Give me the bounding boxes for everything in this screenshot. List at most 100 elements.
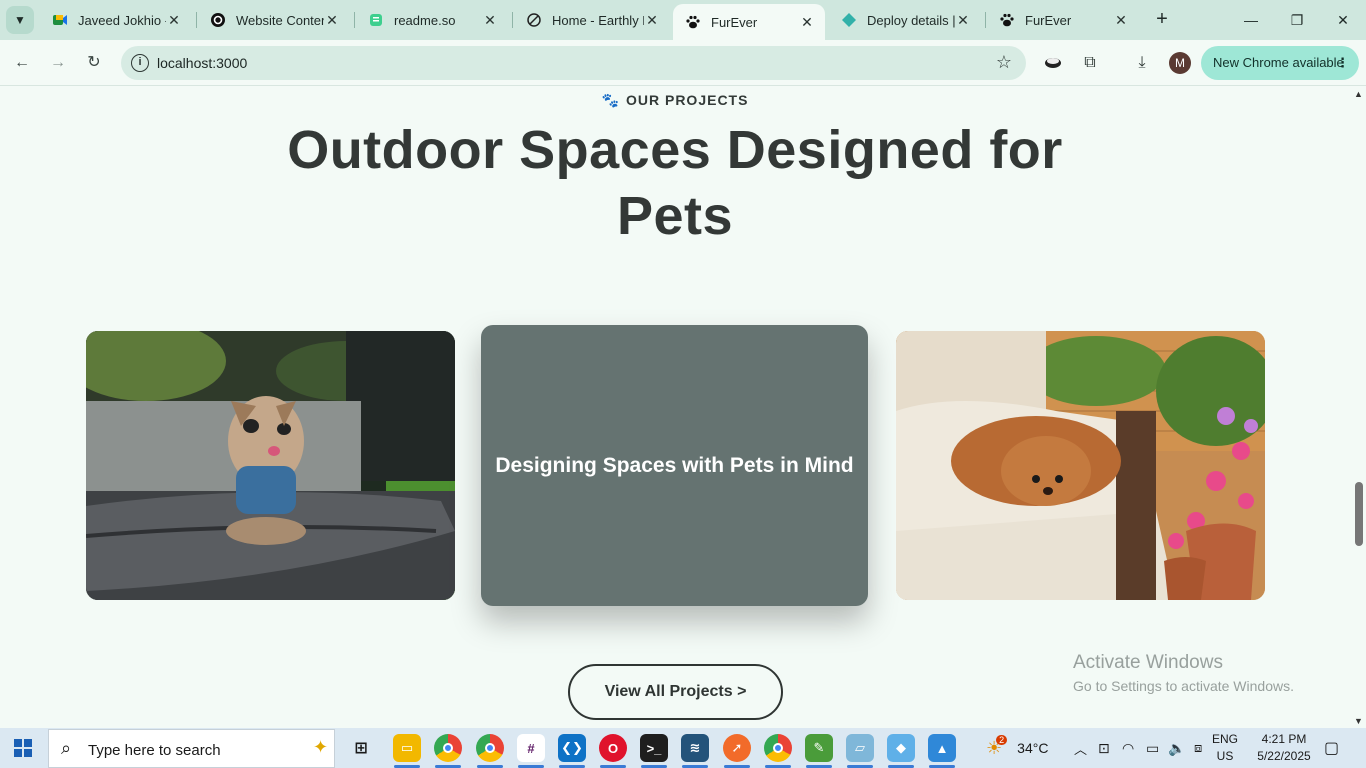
- tab-4[interactable]: Home - Earthly D ✕: [514, 4, 670, 36]
- clock-time: 4:21 PM: [1261, 732, 1307, 746]
- project-card-featured[interactable]: Designing Spaces with Pets in Mind: [481, 325, 868, 606]
- eyebrow-text: OUR PROJECTS: [625, 92, 749, 108]
- project-card-dog-bed[interactable]: [86, 331, 455, 600]
- tab-title: Deploy details |: [867, 12, 955, 28]
- scroll-up-icon[interactable]: ▲: [1354, 89, 1363, 99]
- extensions-puzzle-icon[interactable]: ⧉: [1079, 52, 1101, 74]
- opera-icon[interactable]: O: [599, 734, 627, 762]
- close-icon[interactable]: ✕: [799, 14, 815, 31]
- notepad-plus-icon[interactable]: ✎: [805, 734, 833, 762]
- lang-line-1: ENG: [1212, 732, 1239, 746]
- tab-2[interactable]: Website Content ✕: [198, 4, 350, 36]
- language-indicator[interactable]: ENG US: [1212, 731, 1238, 765]
- restore-button[interactable]: ❐: [1274, 6, 1320, 34]
- tab-6[interactable]: Deploy details | ✕: [829, 4, 981, 36]
- scroll-down-icon[interactable]: ▼: [1354, 716, 1363, 726]
- reload-icon: ↻: [87, 54, 101, 71]
- volume-icon[interactable]: 🔈: [1168, 728, 1185, 768]
- openai-icon: [210, 12, 226, 28]
- close-window-button[interactable]: ✕: [1320, 6, 1366, 34]
- card-caption: Designing Spaces with Pets in Mind: [495, 453, 854, 477]
- file-explorer-icon[interactable]: ▭: [393, 734, 421, 762]
- taskbar-clock[interactable]: 4:21 PM 5/22/2025: [1252, 731, 1316, 765]
- view-all-projects-button[interactable]: View All Projects >: [568, 664, 783, 720]
- earthly-icon: [526, 12, 542, 28]
- mysql-icon[interactable]: ≋: [681, 734, 709, 762]
- chrome-update-button[interactable]: New Chrome available ⋮: [1201, 46, 1359, 80]
- page-scrollbar[interactable]: ▲ ▼: [1352, 87, 1366, 728]
- section-eyebrow: 🐾 OUR PROJECTS: [0, 92, 1350, 109]
- wifi-icon[interactable]: ◠: [1122, 728, 1134, 768]
- site-info-icon[interactable]: i: [131, 54, 149, 72]
- tab-strip: ▼ Javeed Jokhio - ( ✕ Website Content ✕ …: [0, 0, 1366, 40]
- close-icon[interactable]: ✕: [955, 12, 971, 29]
- back-button[interactable]: ←: [9, 50, 35, 76]
- chevron-down-icon: ▼: [14, 13, 26, 27]
- slack-icon[interactable]: #: [517, 734, 545, 762]
- weather-widget[interactable]: ☀ 2 34°C: [986, 728, 1048, 768]
- tab-5-active[interactable]: FurEver ✕: [673, 4, 825, 40]
- close-icon[interactable]: ✕: [644, 12, 660, 29]
- tablet-app-icon[interactable]: ▱: [846, 734, 874, 762]
- clock-date: 5/22/2025: [1257, 749, 1311, 763]
- new-tab-button[interactable]: +: [1150, 8, 1174, 32]
- close-icon[interactable]: ✕: [482, 12, 498, 29]
- tab-1[interactable]: Javeed Jokhio - ( ✕: [40, 4, 192, 36]
- meet-now-icon[interactable]: ⊡: [1098, 728, 1110, 768]
- url-text[interactable]: localhost:3000: [157, 55, 247, 71]
- battery-icon[interactable]: ▭: [1146, 728, 1159, 768]
- minimize-icon: —: [1244, 12, 1258, 28]
- postman-icon[interactable]: ➚: [723, 734, 751, 762]
- terminal-icon[interactable]: >_: [640, 734, 668, 762]
- close-icon: ✕: [1337, 12, 1349, 28]
- update-label: New Chrome available: [1213, 55, 1344, 70]
- netlify-icon: [841, 12, 857, 28]
- readme-icon: [368, 12, 384, 28]
- yorkie-photo: [86, 331, 455, 600]
- section-heading: Outdoor Spaces Designed for Pets: [287, 120, 1063, 246]
- paw-icon: [999, 12, 1015, 28]
- tab-7[interactable]: FurEver ✕: [987, 4, 1139, 36]
- poodle-photo: [896, 331, 1265, 600]
- chrome-profile-icon[interactable]: [476, 734, 504, 762]
- tab-3[interactable]: readme.so ✕: [356, 4, 508, 36]
- tab-title: Javeed Jokhio - (: [78, 12, 166, 28]
- weather-temp: 34°C: [1017, 740, 1049, 756]
- copilot-sparkle-icon[interactable]: ✦: [313, 737, 328, 758]
- chrome-profile-m-icon[interactable]: [764, 734, 792, 762]
- tab-title: Website Content: [236, 12, 324, 28]
- more-menu-icon[interactable]: ⋮: [1336, 46, 1349, 80]
- close-icon[interactable]: ✕: [324, 12, 340, 29]
- arrow-left-icon: ←: [14, 54, 30, 71]
- browser-toolbar: ← → ↻ i localhost:3000 ☆ ⧉ ⤓ M New Chrom…: [0, 40, 1366, 86]
- tab-title: readme.so: [394, 12, 456, 28]
- notification-center-icon[interactable]: ▢: [1324, 728, 1339, 768]
- close-icon[interactable]: ✕: [1113, 12, 1129, 29]
- windows-start-button[interactable]: [14, 739, 32, 757]
- chrome-icon[interactable]: [434, 734, 462, 762]
- diamond-app-icon[interactable]: ◆: [887, 734, 915, 762]
- taskbar-search[interactable]: ⌕ Type here to search ✦: [48, 729, 335, 768]
- vscode-icon[interactable]: ❮❯: [558, 734, 586, 762]
- search-icon: ⌕: [61, 738, 72, 758]
- scrollbar-thumb[interactable]: [1355, 482, 1363, 546]
- forward-button[interactable]: →: [45, 50, 71, 76]
- task-view-icon[interactable]: ⊞: [347, 734, 375, 762]
- watermark-title: Activate Windows: [1073, 652, 1223, 673]
- bookmark-star-icon[interactable]: ☆: [996, 52, 1012, 73]
- reload-button[interactable]: ↻: [81, 50, 107, 76]
- address-bar[interactable]: i localhost:3000 ☆: [121, 46, 1026, 80]
- paw-icon: 🐾: [601, 92, 620, 108]
- show-hidden-icons-button[interactable]: ︿: [1074, 728, 1087, 768]
- download-icon[interactable]: ⤓: [1131, 52, 1153, 74]
- profile-avatar[interactable]: M: [1169, 52, 1191, 74]
- tab-search-button[interactable]: ▼: [6, 6, 34, 34]
- project-card-garden-sofa[interactable]: [896, 331, 1265, 600]
- photos-icon[interactable]: ▲: [928, 734, 956, 762]
- app-icon[interactable]: ⧈: [1194, 728, 1202, 768]
- arrow-right-icon: →: [50, 54, 66, 71]
- tab-title: FurEver: [711, 14, 758, 30]
- close-icon[interactable]: ✕: [166, 12, 182, 29]
- extension-icon[interactable]: [1042, 52, 1064, 74]
- minimize-button[interactable]: —: [1228, 6, 1274, 34]
